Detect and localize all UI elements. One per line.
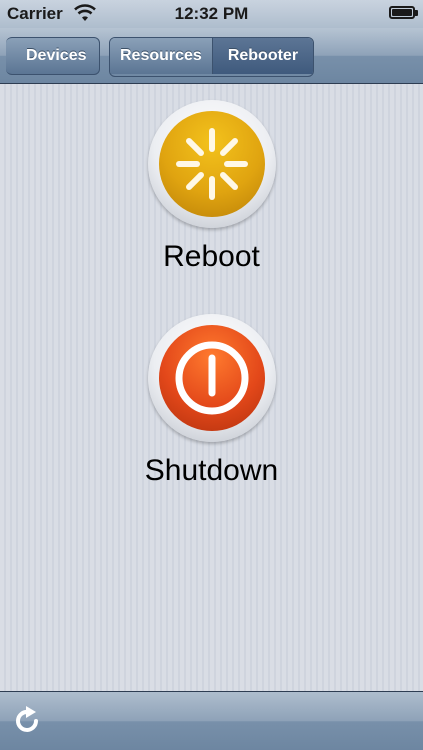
shutdown-button[interactable]	[147, 314, 276, 442]
status-time: 12:32 PM	[174, 4, 249, 23]
content-area: Reboot Shutdown	[0, 84, 423, 691]
back-button-label: Devices	[26, 47, 87, 64]
reboot-button[interactable]	[147, 100, 276, 228]
shutdown-label: Shutdown	[144, 454, 279, 487]
shutdown-action: Shutdown	[0, 314, 423, 488]
back-button[interactable]: Devices	[6, 37, 100, 75]
status-bar: Carrier 12:32 PM	[0, 0, 423, 28]
segmented-control: Resources Rebooter	[109, 37, 315, 77]
battery-icon	[389, 6, 418, 19]
refresh-icon[interactable]	[12, 704, 44, 736]
reboot-label: Reboot	[163, 240, 260, 273]
segment-resources[interactable]: Resources	[110, 38, 212, 74]
bottom-toolbar	[0, 691, 423, 750]
reboot-action: Reboot	[0, 100, 423, 274]
power-icon	[175, 341, 248, 415]
reboot-icon	[175, 128, 248, 200]
navigation-bar: Devices Resources Rebooter	[0, 28, 423, 84]
segment-rebooter[interactable]: Rebooter	[211, 38, 314, 74]
